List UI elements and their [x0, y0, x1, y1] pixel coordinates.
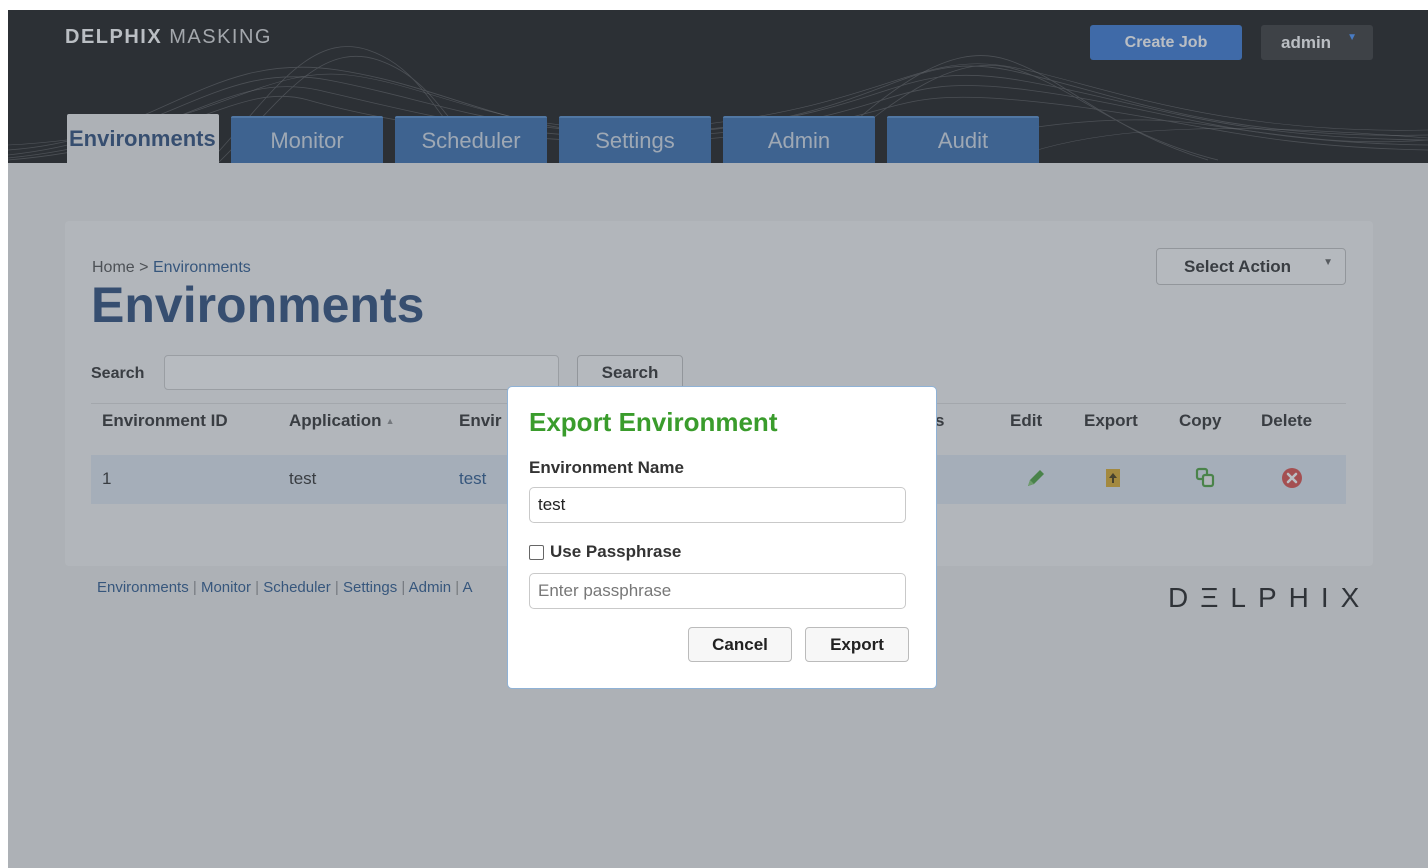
- cancel-button[interactable]: Cancel: [688, 627, 792, 662]
- environment-name-label: Environment Name: [529, 458, 684, 477]
- dialog-title: Export Environment: [529, 407, 778, 437]
- use-passphrase-row[interactable]: Use Passphrase: [529, 542, 681, 562]
- environment-name-input[interactable]: test: [529, 487, 906, 523]
- use-passphrase-label: Use Passphrase: [550, 542, 682, 561]
- export-environment-dialog: Export Environment Environment Name test…: [507, 386, 937, 689]
- use-passphrase-checkbox[interactable]: [529, 544, 544, 560]
- passphrase-input[interactable]: Enter passphrase: [529, 573, 906, 609]
- export-button[interactable]: Export: [805, 627, 909, 662]
